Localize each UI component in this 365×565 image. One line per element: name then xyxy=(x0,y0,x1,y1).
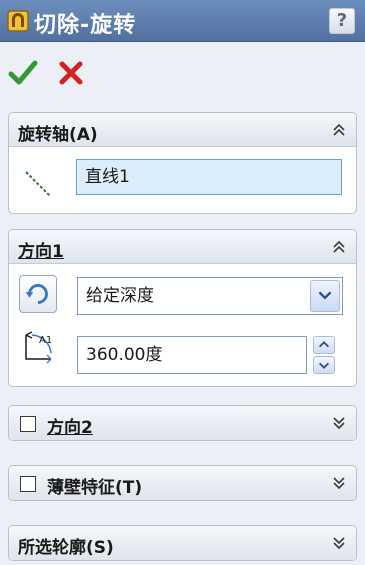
group-direction-1: 方向1 给定深度 A1 360.00度 xyxy=(8,229,357,387)
end-condition-value: 给定深度 xyxy=(86,286,154,306)
chevron-down-icon xyxy=(318,291,332,300)
axis-selection-field[interactable]: 直线1 xyxy=(76,159,342,195)
dropdown-button[interactable] xyxy=(310,280,340,312)
group-header-thin-feature[interactable]: 薄壁特征(T) xyxy=(9,466,356,500)
reverse-direction-icon xyxy=(25,284,48,304)
chevron-up-icon[interactable] xyxy=(332,240,346,254)
group-selected-contours: 所选轮廓(S) xyxy=(8,525,357,561)
cancel-x-icon[interactable] xyxy=(58,60,84,86)
group-rotation-axis: 旋转轴(A) 直线1 xyxy=(8,112,357,214)
revolve-cut-icon xyxy=(7,10,29,32)
angle-spinner[interactable] xyxy=(313,336,335,374)
title-bar: 切除-旋转 ? xyxy=(0,0,365,42)
spin-up-icon xyxy=(318,341,330,348)
chevron-down-icon[interactable] xyxy=(332,476,346,490)
group-title-thin-feature: 薄壁特征(T) xyxy=(47,478,143,498)
spin-up-button[interactable] xyxy=(313,336,335,354)
spin-down-button[interactable] xyxy=(313,356,335,374)
group-header-selected-contours[interactable]: 所选轮廓(S) xyxy=(9,526,356,560)
angle-input[interactable]: 360.00度 xyxy=(77,336,307,374)
chevron-down-icon[interactable] xyxy=(332,536,346,550)
end-condition-select[interactable]: 给定深度 xyxy=(77,277,343,315)
ok-checkmark-icon[interactable] xyxy=(8,58,38,88)
group-direction-2: 方向2 xyxy=(8,405,357,441)
group-title-rotation-axis: 旋转轴(A) xyxy=(18,125,98,145)
group-header-direction-2[interactable]: 方向2 xyxy=(9,406,356,440)
reverse-direction-button[interactable] xyxy=(19,275,57,313)
thin-feature-checkbox[interactable] xyxy=(20,476,36,492)
angle-a1-icon: A1 xyxy=(25,331,52,364)
group-header-rotation-axis[interactable]: 旋转轴(A) xyxy=(9,113,356,147)
group-title-direction-1: 方向1 xyxy=(18,242,64,262)
confirm-row xyxy=(0,42,365,104)
group-header-direction-1[interactable]: 方向1 xyxy=(9,230,356,264)
help-button[interactable]: ? xyxy=(329,8,355,34)
chevron-up-icon[interactable] xyxy=(332,123,346,137)
group-title-direction-2: 方向2 xyxy=(47,418,93,438)
axis-line-icon xyxy=(25,171,51,197)
chevron-down-icon[interactable] xyxy=(332,416,346,430)
spin-down-icon xyxy=(318,362,330,369)
group-thin-feature: 薄壁特征(T) xyxy=(8,465,357,501)
svg-text:A1: A1 xyxy=(39,335,52,346)
direction-2-checkbox[interactable] xyxy=(20,416,36,432)
window-title: 切除-旋转 xyxy=(34,13,137,38)
group-title-selected-contours: 所选轮廓(S) xyxy=(18,538,114,558)
